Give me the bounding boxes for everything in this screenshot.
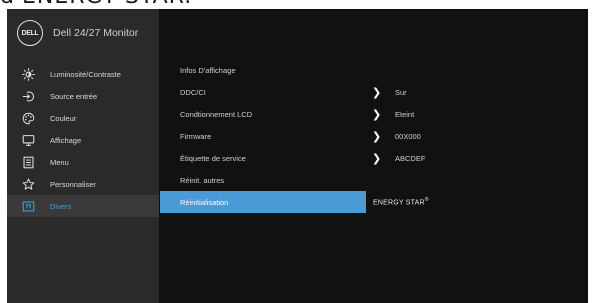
info-icon [21,199,35,213]
monitor-title: Dell 24/27 Monitor [53,27,139,39]
row-value: Eteint [395,109,415,119]
chevron-right-icon: ❯ [372,86,382,99]
energy-star-mark: ® [424,197,429,204]
page-caption: d'ENERGY STAR. [0,0,595,8]
row-lcd-conditioning[interactable]: Condtionnement LCD ❯ Eteint [159,103,588,125]
osd-window: DELL Dell 24/27 Monitor Luminosité/Contr… [7,9,588,303]
sidebar-item-display[interactable]: Affichage [7,129,159,151]
content-panel: Infos D'affichage DDC/CI ❯ Sur Condtionn… [159,9,588,303]
energy-star-label: ENERGY STAR® [373,197,429,206]
sidebar-item-personalize[interactable]: Personnaliser [7,173,159,195]
sidebar: DELL Dell 24/27 Monitor Luminosité/Contr… [7,9,159,303]
sidebar-item-label: Affichage [50,135,82,145]
row-firmware[interactable]: Firmware ❯ 00X000 [159,125,588,147]
row-label: Infos D'affichage [180,65,236,75]
chevron-right-icon: ❯ [372,152,382,165]
chevron-right-icon: ❯ [372,130,382,143]
sidebar-menu: Luminosité/Contraste Source entrée Coule… [7,63,159,217]
row-factory-reset[interactable]: Réinitialisation ENERGY STAR® [159,191,588,213]
palette-icon [21,111,35,125]
display-icon [21,133,35,147]
sidebar-item-label: Luminosité/Contraste [50,69,121,79]
sidebar-item-label: Divers [50,201,72,211]
sidebar-item-menu[interactable]: Menu [7,151,159,173]
row-label: Firmware [180,131,212,141]
row-value: 00X000 [395,131,421,141]
sidebar-item-input-source[interactable]: Source entrée [7,85,159,107]
menu-icon [21,155,35,169]
energy-star-text: ENERGY STAR [373,199,425,207]
row-reset-others[interactable]: Réinit. autres [159,169,588,191]
row-label: Réinitialisation [180,197,229,207]
sidebar-header: DELL Dell 24/27 Monitor [7,9,159,57]
row-label: Étiquette de service [180,153,246,163]
sidebar-item-label: Menu [50,157,69,167]
row-label: DDC/CI [180,87,206,97]
sidebar-item-color[interactable]: Couleur [7,107,159,129]
row-ddc-ci[interactable]: DDC/CI ❯ Sur [159,81,588,103]
sidebar-item-brightness-contrast[interactable]: Luminosité/Contraste [7,63,159,85]
row-value: ABCDEF [395,153,426,163]
row-service-tag[interactable]: Étiquette de service ❯ ABCDEF [159,147,588,169]
star-icon [21,177,35,191]
row-label: Réinit. autres [180,175,225,185]
input-source-icon [21,89,35,103]
row-label: Condtionnement LCD [180,109,253,119]
sidebar-item-label: Couleur [50,113,77,123]
row-value: Sur [395,87,407,97]
row-display-info[interactable]: Infos D'affichage [159,59,588,81]
dell-logo: DELL [17,20,43,46]
sidebar-item-label: Personnaliser [50,179,96,189]
sidebar-item-label: Source entrée [50,91,98,101]
chevron-right-icon: ❯ [372,108,382,121]
brightness-icon [21,67,35,81]
sidebar-item-others[interactable]: Divers [7,195,159,217]
